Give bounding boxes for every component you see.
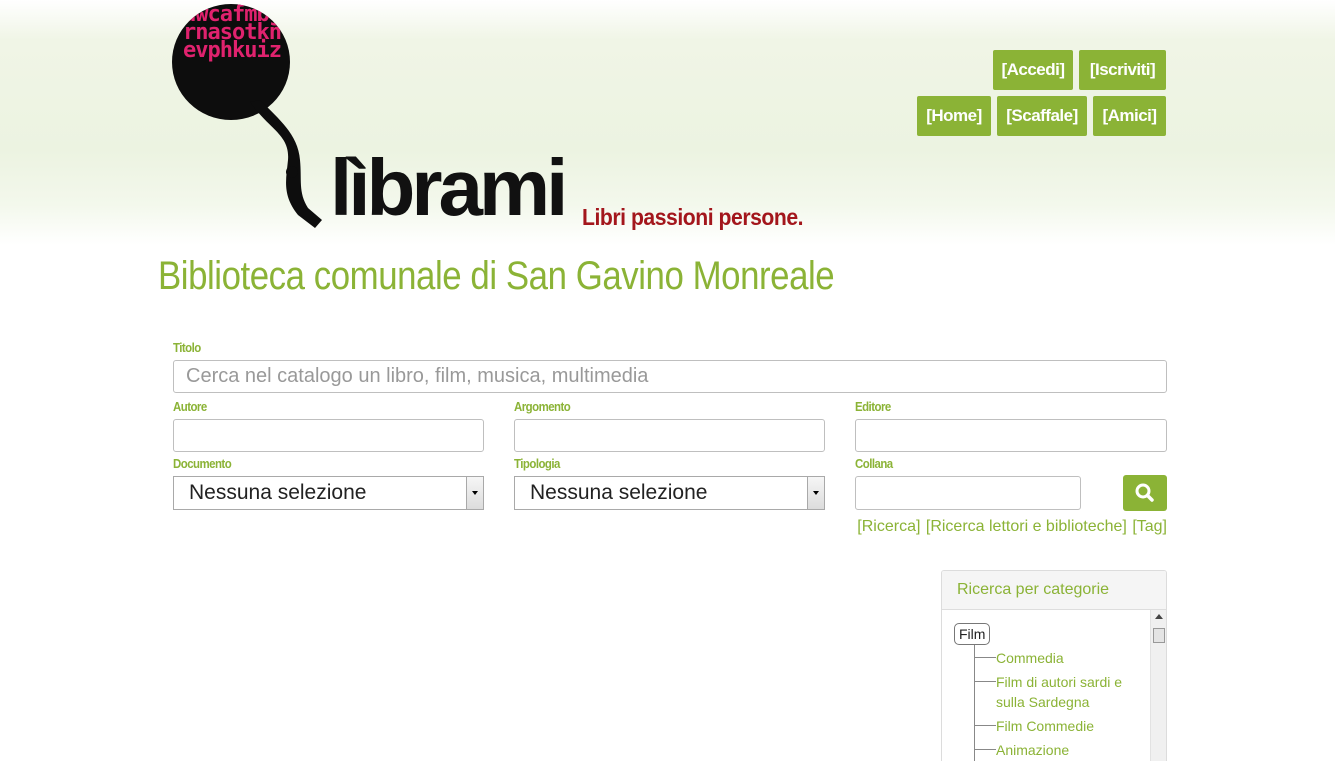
ricerca-lettori-link[interactable]: [Ricerca lettori e biblioteche] (926, 518, 1127, 535)
tree-item-commedia[interactable]: Commedia (996, 648, 1136, 668)
page-title: Biblioteca comunale di San Gavino Monrea… (158, 254, 835, 298)
scaffale-button[interactable]: [Scaffale] (997, 96, 1087, 136)
editore-label: Editore (855, 399, 891, 414)
category-panel: Ricerca per categorie Film Commedia Film… (941, 570, 1167, 761)
category-scrollbar[interactable] (1150, 610, 1166, 761)
scroll-up-arrow-icon[interactable] (1155, 614, 1163, 619)
tree-connector (974, 725, 996, 726)
collana-input[interactable] (855, 476, 1081, 510)
logo-letters: dwcafmbgrnasotknevphkuiz (183, 4, 282, 63)
ricerca-link[interactable]: [Ricerca] (857, 518, 920, 535)
logo-tail-graphic (250, 100, 322, 228)
tree-connector (974, 645, 975, 761)
search-icon (1135, 483, 1154, 502)
tagline: Libri passioni persone. (582, 204, 804, 230)
category-panel-title: Ricerca per categorie (942, 571, 1166, 610)
argomento-label: Argomento (514, 399, 571, 414)
titolo-input[interactable]: Cerca nel catalogo un libro, film, music… (173, 360, 1167, 393)
autore-label: Autore (173, 399, 207, 414)
search-links: [Ricerca] [Ricerca lettori e biblioteche… (856, 518, 1167, 536)
editore-input[interactable] (855, 419, 1167, 452)
documento-label: Documento (173, 456, 232, 471)
tree-item-film-commedie[interactable]: Film Commedie (996, 716, 1136, 736)
tipologia-selected-value: Nessuna selezione (530, 481, 708, 504)
tipologia-label: Tipologia (514, 456, 560, 471)
tree-node-film[interactable]: Film (954, 623, 991, 645)
collana-label: Collana (855, 456, 893, 471)
tag-link[interactable]: [Tag] (1132, 518, 1167, 535)
tree-connector (974, 681, 996, 682)
tree-connector (974, 657, 996, 658)
tree-item-animazione[interactable]: Animazione (996, 740, 1136, 760)
home-button[interactable]: [Home] (917, 96, 991, 136)
accedi-button[interactable]: [Accedi] (993, 50, 1073, 90)
autore-input[interactable] (173, 419, 484, 452)
titolo-label: Titolo (173, 340, 201, 355)
tipologia-select[interactable]: Nessuna selezione (514, 476, 825, 510)
tree-item-film-autori-sardi[interactable]: Film di autori sardi e sulla Sardegna (996, 672, 1136, 712)
tree-connector (974, 749, 996, 750)
chevron-down-icon[interactable] (807, 477, 824, 509)
documento-select[interactable]: Nessuna selezione (173, 476, 484, 510)
iscriviti-button[interactable]: [Iscriviti] (1079, 50, 1166, 90)
search-button[interactable] (1123, 475, 1167, 511)
documento-selected-value: Nessuna selezione (189, 481, 367, 504)
amici-button[interactable]: [Amici] (1093, 96, 1166, 136)
logo-wordmark[interactable]: lìbrami (330, 148, 568, 228)
argomento-input[interactable] (514, 419, 825, 452)
chevron-down-icon[interactable] (466, 477, 483, 509)
scroll-thumb[interactable] (1153, 628, 1165, 643)
